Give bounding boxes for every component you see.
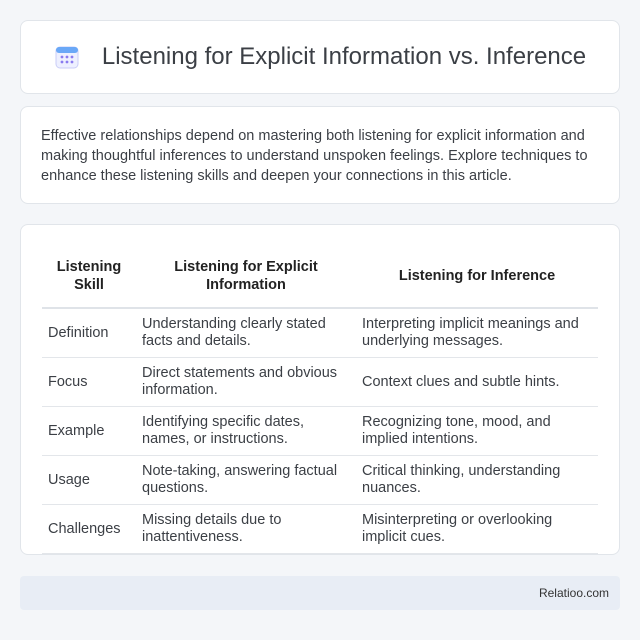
- row-skill-cell: Focus: [42, 358, 136, 407]
- row-explicit-cell: Direct statements and obvious informatio…: [136, 358, 356, 407]
- column-header-skill: Listening Skill: [42, 245, 136, 309]
- row-explicit-cell: Note-taking, answering factual questions…: [136, 456, 356, 505]
- column-header-explicit: Listening for Explicit Information: [136, 245, 356, 309]
- row-skill-cell: Example: [42, 407, 136, 456]
- table-row: Definition Understanding clearly stated …: [42, 309, 598, 358]
- table-row: Usage Note-taking, answering factual que…: [42, 456, 598, 505]
- table-row: Focus Direct statements and obvious info…: [42, 358, 598, 407]
- title-card: Listening for Explicit Information vs. I…: [20, 20, 620, 94]
- page-title: Listening for Explicit Information vs. I…: [101, 43, 587, 70]
- footer-bar: Relatioo.com: [20, 576, 620, 610]
- table-row: Example Identifying specific dates, name…: [42, 407, 598, 456]
- row-inference-cell: Misinterpreting or overlooking implicit …: [356, 505, 598, 554]
- row-skill-cell: Definition: [42, 309, 136, 358]
- row-skill-cell: Challenges: [42, 505, 136, 554]
- row-inference-cell: Recognizing tone, mood, and implied inte…: [356, 407, 598, 456]
- footer-brand-link[interactable]: Relatioo.com: [539, 586, 609, 600]
- column-header-inference: Listening for Inference: [356, 245, 598, 309]
- row-explicit-cell: Identifying specific dates, names, or in…: [136, 407, 356, 456]
- intro-paragraph: Effective relationships depend on master…: [41, 128, 588, 184]
- row-explicit-cell: Missing details due to inattentiveness.: [136, 505, 356, 554]
- comparison-table: Listening Skill Listening for Explicit I…: [42, 245, 598, 554]
- row-explicit-cell: Understanding clearly stated facts and d…: [136, 309, 356, 358]
- row-inference-cell: Context clues and subtle hints.: [356, 358, 598, 407]
- table-card: Listening Skill Listening for Explicit I…: [20, 224, 620, 555]
- table-header-row: Listening Skill Listening for Explicit I…: [42, 245, 598, 309]
- calendar-icon: [54, 44, 80, 70]
- table-row: Challenges Missing details due to inatte…: [42, 505, 598, 554]
- row-inference-cell: Critical thinking, understanding nuances…: [356, 456, 598, 505]
- row-inference-cell: Interpreting implicit meanings and under…: [356, 309, 598, 358]
- intro-card: Effective relationships depend on master…: [20, 106, 620, 204]
- row-skill-cell: Usage: [42, 456, 136, 505]
